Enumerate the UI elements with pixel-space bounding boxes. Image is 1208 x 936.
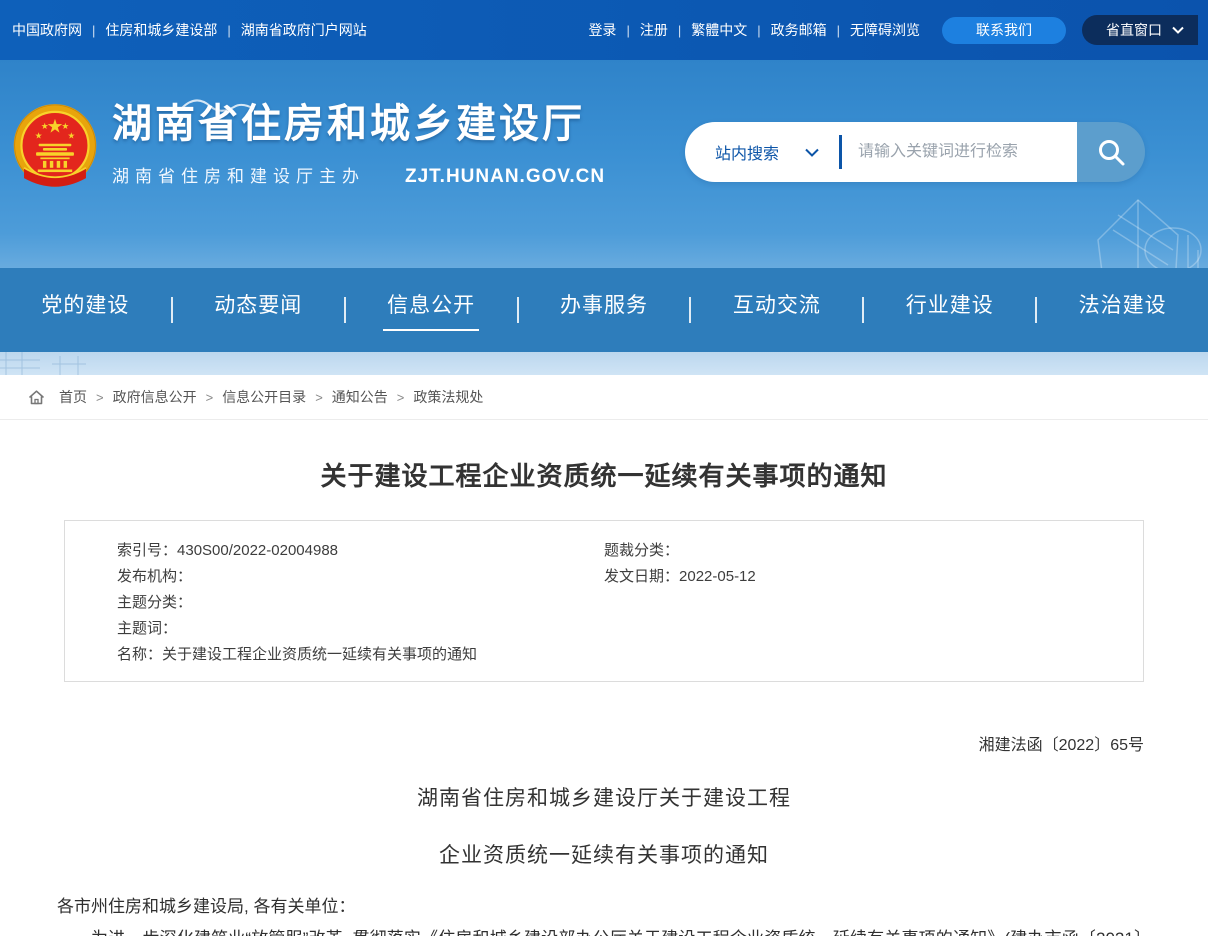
nav-item-services[interactable]: 办事服务 (519, 268, 690, 352)
breadcrumb-separator (206, 390, 214, 405)
breadcrumb-policy-dept[interactable]: 政策法规处 (413, 387, 483, 407)
meta-label: 主题词： (117, 620, 177, 637)
link-gov-mail[interactable]: 政务邮箱 (771, 20, 827, 40)
separator (92, 23, 95, 38)
search-scope-select[interactable]: 站内搜索 (685, 140, 839, 164)
nav-item-info-disclosure[interactable]: 信息公开 (346, 268, 517, 352)
topbar-left-links: 中国政府网 住房和城乡建设部 湖南省政府门户网站 (12, 20, 367, 40)
main-nav: 党的建设 动态要闻 信息公开 办事服务 互动交流 行业建设 法治建设 (0, 268, 1208, 352)
top-utility-bar: 中国政府网 住房和城乡建设部 湖南省政府门户网站 登录 注册 繁體中文 政务邮箱… (0, 0, 1208, 60)
body-text: 各市州住房和城乡建设局, 各有关单位： 为进一步深化建筑业“放管服”改革, 贯彻… (0, 893, 1208, 936)
nav-item-label: 党的建设 (41, 289, 129, 331)
provincial-window-label: 省直窗口 (1106, 20, 1162, 40)
chevron-down-icon (805, 148, 819, 157)
contact-us-button[interactable]: 联系我们 (942, 17, 1066, 44)
separator (626, 23, 629, 38)
breadcrumb: 首页 政府信息公开 信息公开目录 通知公告 政策法规处 (0, 375, 1208, 420)
link-login[interactable]: 登录 (588, 20, 616, 40)
nav-item-rule-of-law[interactable]: 法治建设 (1037, 268, 1208, 352)
separator (837, 23, 840, 38)
breadcrumb-separator (96, 390, 104, 405)
nav-item-label: 法治建设 (1079, 289, 1167, 331)
emblem-small-star: ★ (61, 121, 69, 131)
search-scope-label: 站内搜索 (715, 140, 779, 164)
meta-row-keywords: 主题词： (117, 616, 604, 642)
meta-row-index-no: 索引号：430S00/2022-02004988 (117, 538, 604, 564)
meta-label: 题裁分类： (604, 542, 679, 559)
site-title: 湖南省住房和城乡建设厅 (112, 102, 605, 146)
nav-item-party-building[interactable]: 党的建设 (0, 268, 171, 352)
nav-item-label: 动态要闻 (214, 289, 302, 331)
emblem-small-star: ★ (67, 131, 75, 141)
link-register[interactable]: 注册 (640, 20, 668, 40)
provincial-window-button[interactable]: 省直窗口 (1082, 15, 1198, 45)
meta-row-genre-category: 题裁分类： (604, 538, 756, 564)
header-bottom-strip (0, 352, 1208, 375)
nav-item-news[interactable]: 动态要闻 (173, 268, 344, 352)
separator (757, 23, 760, 38)
search-icon (1096, 137, 1126, 167)
breadcrumb-home[interactable]: 首页 (59, 387, 87, 407)
meta-value: 2022-05-12 (679, 568, 756, 585)
nav-item-interaction[interactable]: 互动交流 (691, 268, 862, 352)
chevron-down-icon (1172, 26, 1184, 34)
site-titles: 湖南省住房和城乡建设厅 湖南省住房和建设厅主办 ZJT.HUNAN.GOV.CN (112, 102, 605, 188)
breadcrumb-separator (397, 390, 405, 405)
page-title: 关于建设工程企业资质统一延续有关事项的通知 (0, 456, 1208, 493)
meta-row-issue-date: 发文日期：2022-05-12 (604, 564, 756, 590)
nav-item-industry[interactable]: 行业建设 (864, 268, 1035, 352)
meta-label: 主题分类： (117, 594, 192, 611)
site-subtitle: 湖南省住房和建设厅主办 (112, 162, 365, 187)
meta-value: 关于建设工程企业资质统一延续有关事项的通知 (162, 646, 477, 663)
emblem-small-star: ★ (41, 121, 49, 131)
link-mohurd[interactable]: 住房和城乡建设部 (105, 20, 217, 40)
search-button[interactable] (1077, 122, 1145, 182)
body-paragraph: 为进一步深化建筑业“放管服”改革, 贯彻落实《住房和城乡建设部办公厅关于建设工程… (57, 924, 1151, 936)
page: 中国政府网 住房和城乡建设部 湖南省政府门户网站 登录 注册 繁體中文 政务邮箱… (0, 0, 1208, 936)
breadcrumb-gov-info[interactable]: 政府信息公开 (113, 387, 197, 407)
body-title-line1: 湖南省住房和城乡建设厅关于建设工程 (0, 782, 1208, 812)
breadcrumb-info-catalog[interactable]: 信息公开目录 (222, 387, 306, 407)
nav-item-label: 办事服务 (560, 289, 648, 331)
salutation: 各市州住房和城乡建设局, 各有关单位： (57, 893, 1151, 921)
meta-value: 430S00/2022-02004988 (177, 542, 338, 559)
meta-row-issuing-agency: 发布机构： (117, 564, 604, 590)
link-hunan-portal[interactable]: 湖南省政府门户网站 (241, 20, 367, 40)
home-icon[interactable] (28, 389, 45, 406)
meta-row-topic-category: 主题分类： (117, 590, 604, 616)
site-subtitle-row: 湖南省住房和建设厅主办 ZJT.HUNAN.GOV.CN (112, 162, 605, 188)
meta-row-name: 名称：关于建设工程企业资质统一延续有关事项的通知 (117, 642, 604, 668)
emblem-small-star: ★ (35, 131, 43, 141)
link-accessibility[interactable]: 无障碍浏览 (850, 20, 920, 40)
breadcrumb-separator (315, 390, 323, 405)
national-emblem-logo[interactable]: ★ ★ ★ ★ ★ (12, 102, 98, 194)
meta-left-column: 索引号：430S00/2022-02004988 发布机构： 主题分类： 主题词… (117, 538, 604, 668)
site-search: 站内搜索 (685, 122, 1145, 182)
nav-item-label: 行业建设 (906, 289, 994, 331)
meta-label: 发布机构： (117, 568, 192, 585)
separator (227, 23, 230, 38)
meta-right-column: 题裁分类： 发文日期：2022-05-12 (604, 538, 756, 668)
article: 关于建设工程企业资质统一延续有关事项的通知 索引号：430S00/2022-02… (0, 420, 1208, 936)
meta-label: 索引号： (117, 542, 177, 559)
breadcrumb-notices[interactable]: 通知公告 (332, 387, 388, 407)
meta-label: 发文日期： (604, 568, 679, 585)
building-lines-decoration (0, 352, 160, 375)
link-china-gov[interactable]: 中国政府网 (12, 20, 82, 40)
document-number: 湘建法函〔2022〕65号 (64, 731, 1144, 755)
site-header: ★ ★ ★ ★ ★ 湖南省住房和城乡建设厅 (0, 60, 1208, 375)
document-meta-box: 索引号：430S00/2022-02004988 发布机构： 主题分类： 主题词… (64, 520, 1144, 682)
search-input[interactable] (842, 143, 1077, 161)
link-traditional-chinese[interactable]: 繁體中文 (691, 20, 747, 40)
nav-item-label: 互动交流 (733, 289, 821, 331)
separator (678, 23, 681, 38)
meta-label: 名称： (117, 646, 162, 663)
search-field-wrap: 站内搜索 (685, 122, 1077, 182)
topbar-right-links: 登录 注册 繁體中文 政务邮箱 无障碍浏览 联系我们 省直窗口 (588, 15, 1198, 45)
nav-item-label: 信息公开 (387, 289, 475, 331)
body-title-line2: 企业资质统一延续有关事项的通知 (0, 839, 1208, 869)
site-url: ZJT.HUNAN.GOV.CN (405, 166, 605, 188)
logo-row: ★ ★ ★ ★ ★ 湖南省住房和城乡建设厅 (12, 102, 605, 194)
